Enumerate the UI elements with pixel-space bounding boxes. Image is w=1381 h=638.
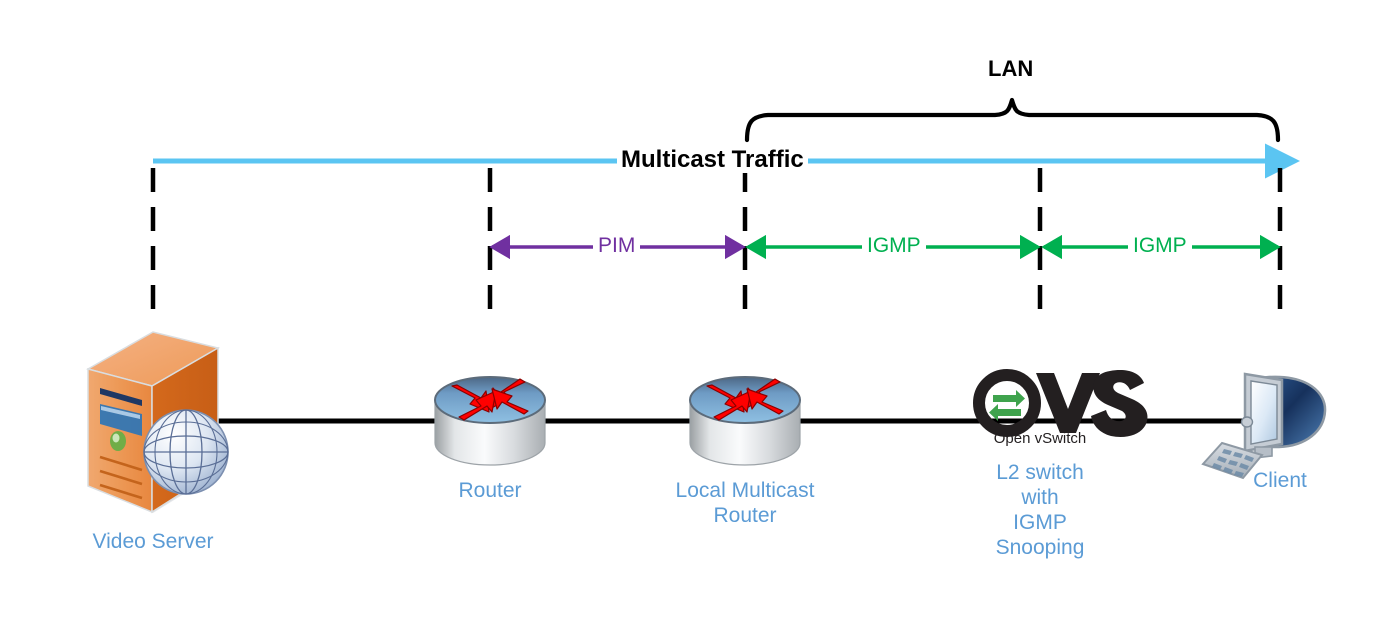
lan-brace-icon <box>744 97 1281 143</box>
ovs-exchange-arrows-icon <box>989 390 1025 421</box>
multicast-traffic-label: Multicast Traffic <box>617 147 808 173</box>
pim-label: PIM <box>593 235 641 257</box>
ovs-wordmark <box>1036 370 1148 437</box>
ovs-logo-subtitle: Open vSwitch <box>993 430 1087 447</box>
router-cylinder-icon-local-multicast-router <box>689 376 801 466</box>
lan-label: LAN <box>988 56 1034 81</box>
network-diagram-canvas: LAN Multicast Traffic PIM IGMP IGMP Vide… <box>0 0 1381 638</box>
open-vswitch-logo <box>973 369 1148 437</box>
drop-lines <box>150 168 1283 322</box>
node-label-video-server: Video Server <box>92 530 214 553</box>
igmp-right-label: IGMP <box>1128 235 1192 257</box>
desktop-computer-icon <box>1201 372 1327 480</box>
node-label-router: Router <box>458 479 522 502</box>
node-label-client: Client <box>1253 469 1307 492</box>
server-tower-icon <box>86 331 229 514</box>
router-cylinder-icon-router <box>434 376 546 466</box>
igmp-left-label: IGMP <box>862 235 926 257</box>
globe-icon <box>143 409 229 495</box>
node-label-local-multicast-router: Local Multicast Router <box>675 479 815 527</box>
node-label-ovs-switch: L2 switch with IGMP Snooping <box>995 461 1085 559</box>
